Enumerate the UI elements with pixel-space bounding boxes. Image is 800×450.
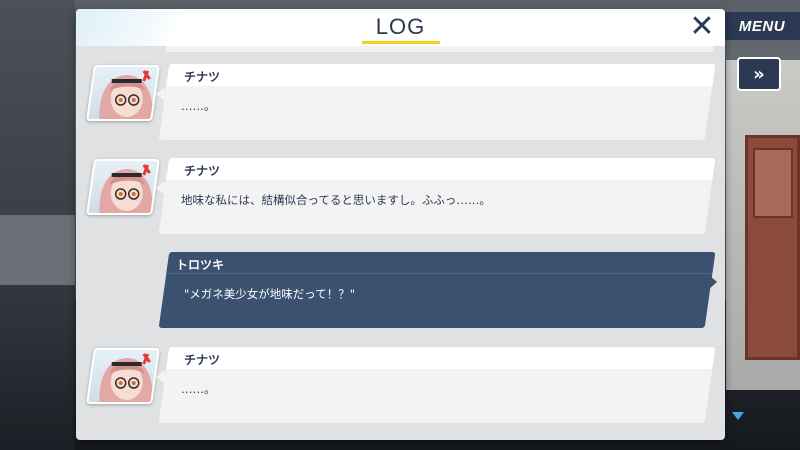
name-bar bbox=[166, 252, 716, 274]
name-bar bbox=[166, 347, 716, 369]
character-portrait bbox=[86, 65, 160, 121]
name-bar bbox=[166, 158, 716, 180]
dialogue-text: 地味な私には、結構似合ってると思いますし。ふふっ……。 bbox=[181, 193, 491, 207]
name-bar bbox=[166, 64, 716, 86]
dialogue-text: "メガネ美少女が地味だって！？" bbox=[184, 287, 356, 301]
background-board bbox=[0, 215, 75, 285]
background-door-window bbox=[753, 148, 793, 218]
bubble-pointer bbox=[709, 275, 717, 289]
log-entry: チナツ ……。 bbox=[76, 335, 725, 425]
speaker-name: チナツ bbox=[184, 164, 221, 178]
scroll-down-icon[interactable] bbox=[732, 412, 744, 420]
menu-button[interactable]: MENU bbox=[719, 12, 800, 40]
log-title: LOG bbox=[375, 14, 426, 39]
speaker-name: トロツキ bbox=[176, 258, 225, 272]
dialogue-text: ……。 bbox=[181, 99, 216, 113]
title-underline bbox=[362, 41, 440, 44]
character-portrait bbox=[86, 159, 160, 215]
log-list[interactable]: チナツ ……。 チナツ 地味な私には、結構似合ってると思いますし。ふふっ……。 … bbox=[76, 46, 725, 440]
log-header: LOG ✕ bbox=[76, 9, 725, 46]
log-entry: チナツ 地味な私には、結構似合ってると思いますし。ふふっ……。 bbox=[76, 146, 725, 236]
speaker-name: チナツ bbox=[184, 70, 221, 84]
dialogue-text: ……。 bbox=[181, 382, 216, 396]
menu-button-label: MENU bbox=[738, 17, 786, 35]
fast-forward-button[interactable]: » bbox=[737, 57, 781, 91]
log-panel: LOG ✕ チナツ ……。 チナツ 地味な私には、結構似合ってると思いますし。ふ… bbox=[76, 9, 725, 440]
log-entry: チナツ ……。 bbox=[76, 52, 725, 142]
dialogue-bubble bbox=[158, 64, 716, 140]
dialogue-bubble bbox=[158, 347, 716, 423]
log-entry-player: トロツキ "メガネ美少女が地味だって！？" bbox=[76, 240, 725, 330]
close-icon: ✕ bbox=[689, 9, 715, 44]
close-button[interactable]: ✕ bbox=[688, 12, 716, 42]
double-chevron-right-icon: » bbox=[753, 63, 765, 85]
character-portrait bbox=[86, 348, 160, 404]
speaker-name: チナツ bbox=[184, 353, 221, 367]
